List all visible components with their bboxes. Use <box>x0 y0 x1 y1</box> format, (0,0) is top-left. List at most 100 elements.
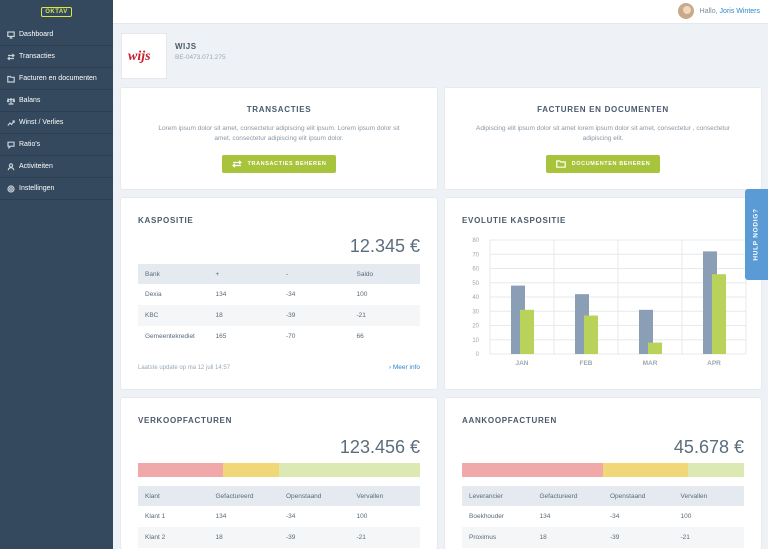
table-cell: 100 <box>356 291 368 298</box>
verkoop-status-bar <box>138 463 420 477</box>
table-cell: -39 <box>603 527 674 548</box>
svg-text:wijs: wijs <box>128 49 151 64</box>
app-logo[interactable]: OKTAV <box>0 0 113 24</box>
table-row[interactable]: Klant 1 134 -34 100 <box>138 506 420 527</box>
company-logo-mark: wijs <box>128 49 151 64</box>
table-row[interactable]: Dexia 134 -34 100 <box>138 284 420 305</box>
aankoopfacturen-card: AANKOOPFACTUREN 45.678 € Leverancier Gefa… <box>445 398 761 549</box>
sidebar-item-transacties[interactable]: Transacties <box>0 46 113 68</box>
meer-info-link[interactable]: › Meer info <box>389 364 420 371</box>
table-cell: 100 <box>680 513 692 520</box>
facturen-description: Adipiscing elit ipsum dolor sit amet lor… <box>476 125 730 142</box>
column-header: + <box>208 264 279 284</box>
sidebar-item-label: Activiteiten <box>19 163 53 170</box>
column-header: Vervallen <box>349 486 420 506</box>
table-cell: KBC <box>138 305 209 326</box>
folder-icon <box>6 74 15 83</box>
table-cell: -39 <box>279 527 350 548</box>
y-tick-label: 20 <box>472 324 479 330</box>
kaspositie-title: KASPOSITIE <box>138 216 194 225</box>
column-header: Klant <box>138 486 209 506</box>
sidebar-item-label: Winst / Verlies <box>19 119 64 126</box>
table-cell: 18 <box>208 305 279 326</box>
evolutie-card: EVOLUTIE KASPOSITIE 0 10 20 30 40 50 60 70 80 JAN… <box>445 198 761 389</box>
user-name[interactable]: Joris Winters <box>720 8 760 15</box>
table-cell: -21 <box>349 305 420 326</box>
y-tick-label: 10 <box>472 338 479 344</box>
transacties-title: TRANSACTIES <box>246 105 312 114</box>
table-header-row: Bank + - Saldo <box>138 264 420 284</box>
verkoop-table: Klant Gefactureerd Openstaand Vervallen Kla… <box>138 486 420 548</box>
table-cell: 66 <box>356 333 364 340</box>
sidebar-item-instellingen[interactable]: Instellingen <box>0 178 113 200</box>
facturen-title: FACTUREN EN DOCUMENTEN <box>537 105 669 114</box>
column-header: Gefactureerd <box>208 486 279 506</box>
table-cell: -34 <box>286 291 296 298</box>
table-cell: -70 <box>286 333 296 340</box>
sidebar-item-label: Ratio's <box>19 141 41 148</box>
y-tick-label: 80 <box>472 238 479 244</box>
column-header: Openstaand <box>603 486 674 506</box>
column-header: - <box>279 264 350 284</box>
table-cell: 134 <box>539 513 551 520</box>
table-cell: Klant 1 <box>145 513 166 520</box>
aankoop-table: Leverancier Gefactureerd Openstaand Vervall… <box>462 486 744 548</box>
table-row[interactable]: Boekhouder 134 -34 100 <box>462 506 744 527</box>
column-header: Bank <box>138 264 209 284</box>
table-row[interactable]: Klant 2 18 -39 -21 <box>138 527 420 548</box>
y-tick-label: 0 <box>476 352 480 358</box>
last-update: Laatste update op ma 12 juli 14:57 <box>138 365 231 371</box>
y-tick-label: 30 <box>472 309 479 315</box>
bar-jan-series-2[interactable] <box>520 309 534 354</box>
avatar[interactable] <box>676 2 695 20</box>
table-cell: 18 <box>208 527 279 548</box>
kaspositie-table: Bank + - Saldo Dexia 134 -34 100 KBC 18 -39 -21 Gem… <box>138 264 420 347</box>
help-tab[interactable]: HULP NODIG? <box>745 189 768 280</box>
folder-icon <box>555 160 566 168</box>
company-logo: wijs <box>121 33 167 79</box>
arrows-icon <box>6 52 15 61</box>
x-tick-label: MAR <box>643 360 658 367</box>
transacties-beheren-button[interactable]: TRANSACTIES BEHEREN <box>222 155 336 173</box>
documenten-beheren-button[interactable]: DOCUMENTEN BEHEREN <box>546 155 660 173</box>
table-cell: 134 <box>215 291 227 298</box>
table-cell: 134 <box>215 513 227 520</box>
bar-mar-series-2[interactable] <box>648 342 662 354</box>
y-tick-label: 60 <box>472 267 479 273</box>
user-menu[interactable]: Hallo, Joris Winters <box>676 2 760 20</box>
status-segment <box>687 463 744 477</box>
chevron-right-icon: › <box>388 364 392 371</box>
table-row[interactable]: KBC 18 -39 -21 <box>138 305 420 326</box>
documenten-button-label: DOCUMENTEN BEHEREN <box>571 161 651 167</box>
x-tick-label: JAN <box>515 360 528 367</box>
table-row[interactable]: Proximus 18 -39 -21 <box>462 527 744 548</box>
bar-apr-series-2[interactable] <box>712 274 726 354</box>
kaspositie-card: KASPOSITIE 12.345 € Bank + - Saldo Dexia 134… <box>121 198 437 389</box>
greeting: Hallo, <box>699 7 718 15</box>
person-icon <box>6 162 15 171</box>
sidebar-item-label: Dashboard <box>19 31 54 38</box>
status-segment <box>462 463 603 477</box>
table-cell: Proximus <box>462 527 533 548</box>
sidebar-item-facturen-en-documenten[interactable]: Facturen en documenten <box>0 68 113 90</box>
column-header: Leverancier <box>462 486 533 506</box>
y-tick-label: 70 <box>472 252 479 258</box>
sidebar-item-activiteiten[interactable]: Activiteiten <box>0 156 113 178</box>
sidebar-item-ratio-s[interactable]: Ratio's <box>0 134 113 156</box>
table-row[interactable]: Gemeentekrediet 165 -70 66 <box>138 326 420 347</box>
x-tick-label: APR <box>707 360 721 367</box>
table-header-row: Klant Gefactureerd Openstaand Vervallen <box>138 486 420 506</box>
table-cell: Boekhouder <box>469 513 505 520</box>
column-header: Openstaand <box>279 486 350 506</box>
sidebar-item-balans[interactable]: Balans <box>0 90 113 112</box>
y-tick-label: 50 <box>472 281 479 287</box>
status-segment <box>138 463 223 477</box>
help-label: HULP NODIG? <box>753 208 761 261</box>
bar-feb-series-2[interactable] <box>584 315 598 354</box>
sidebar-item-dashboard[interactable]: Dashboard <box>0 24 113 46</box>
sidebar-item-label: Facturen en documenten <box>19 75 97 82</box>
sidebar-item-winst-verlies[interactable]: Winst / Verlies <box>0 112 113 134</box>
sidebar-item-label: Balans <box>19 97 41 104</box>
status-segment <box>222 463 279 477</box>
topbar: Hallo, Joris Winters <box>113 0 768 24</box>
